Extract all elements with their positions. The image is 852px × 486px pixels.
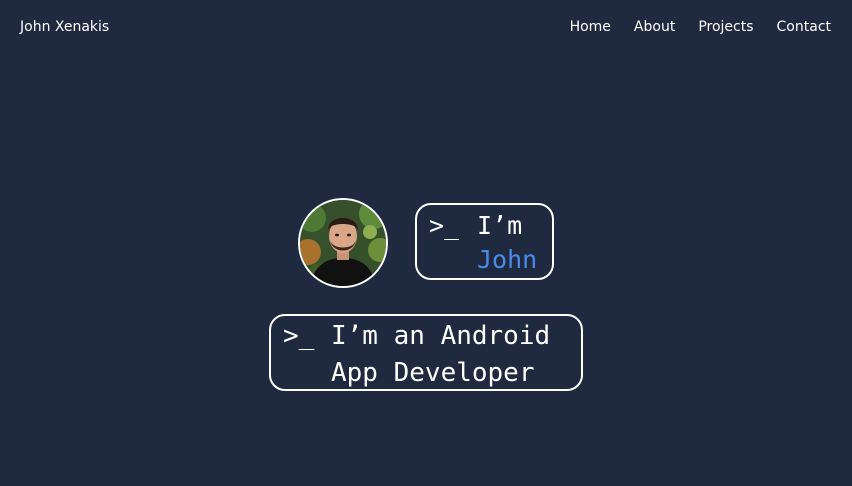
nav-link-home[interactable]: Home <box>570 17 611 37</box>
greeting-terminal: >_ I’m John <box>415 203 554 280</box>
site-brand[interactable]: John Xenakis <box>20 17 109 37</box>
profile-photo-image <box>300 200 386 286</box>
greeting-line-2: John <box>429 243 542 277</box>
greeting-name: John <box>477 245 538 274</box>
greeting-line-1: >_ I’m <box>429 209 542 243</box>
role-text-2: App Developer <box>331 358 535 388</box>
role-line-1: >_ I’m an Android <box>283 318 571 355</box>
prompt-icon: >_ <box>429 211 460 240</box>
role-line-2: App Developer <box>283 355 571 392</box>
role-text-1: I’m an Android <box>331 321 551 351</box>
nav-link-projects[interactable]: Projects <box>698 17 753 37</box>
nav-link-about[interactable]: About <box>634 17 675 37</box>
prompt-icon: >_ <box>283 321 315 351</box>
profile-photo <box>298 198 388 288</box>
role-terminal: >_ I’m an Android App Developer <box>269 314 583 391</box>
nav-link-contact[interactable]: Contact <box>777 17 831 37</box>
greeting-intro: I’m <box>477 211 523 240</box>
main-nav: Home About Projects Contact <box>570 17 831 37</box>
